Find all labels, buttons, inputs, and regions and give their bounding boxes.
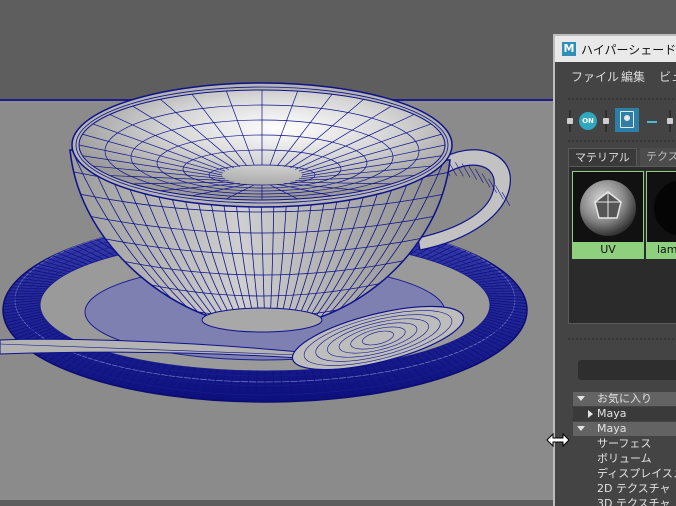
tree-item-displacement[interactable]: ディスプレイスメント xyxy=(573,467,676,481)
menu-edit[interactable]: 編集 xyxy=(621,68,645,85)
tree-item-favorites-maya[interactable]: Maya xyxy=(573,407,676,421)
maya-logo-icon: M xyxy=(562,42,576,56)
toolbar-separator xyxy=(567,98,676,100)
hypershade-title-bar[interactable]: M ハイパーシェード xyxy=(555,36,676,62)
handle-line xyxy=(475,169,483,183)
panel-separator xyxy=(567,338,676,340)
browser-tabs: マテリアル テクスチャ xyxy=(568,146,676,166)
tree-item-3d-textures[interactable]: 3D テクスチャ xyxy=(573,497,676,506)
tab-materials[interactable]: マテリアル xyxy=(568,148,637,167)
lambert-shader-preview xyxy=(647,172,676,242)
graph-material-button[interactable] xyxy=(615,108,639,132)
swatch-label: lambert1 xyxy=(647,242,676,258)
tree-item-volume[interactable]: ボリューム xyxy=(573,452,676,466)
toolbar-grip-icon[interactable] xyxy=(569,110,571,132)
expand-arrow-icon xyxy=(588,410,593,418)
on-toggle-button[interactable]: ON xyxy=(579,112,597,130)
tab-textures[interactable]: テクスチャ xyxy=(640,148,676,166)
hypershade-title: ハイパーシェード xyxy=(581,41,676,58)
hypershade-toolbar: ON xyxy=(555,104,676,138)
node-search-input[interactable] xyxy=(578,360,676,380)
uv-shader-preview xyxy=(573,172,643,242)
material-card-icon xyxy=(620,111,634,128)
material-swatch-lambert[interactable]: lambert1 xyxy=(646,171,676,259)
cup-interior xyxy=(72,83,452,207)
collapse-arrow-icon xyxy=(577,396,585,401)
handle-line xyxy=(482,173,490,187)
hypershade-menubar: ファイル 編集 ビュー xyxy=(555,62,676,88)
hypershade-window[interactable]: M ハイパーシェード ファイル 編集 ビュー ON マテリアル テクスチャ xyxy=(553,34,676,506)
collapse-arrow-icon xyxy=(577,426,585,431)
tree-item-surface[interactable]: サーフェス xyxy=(573,437,676,451)
tree-item-2d-textures[interactable]: 2D テクスチャ xyxy=(573,482,676,496)
tree-header-maya[interactable]: Maya xyxy=(573,422,676,436)
swatch-label: UV xyxy=(573,242,643,258)
material-swatch-uv[interactable]: UV xyxy=(572,171,644,259)
tabs-separator xyxy=(567,140,676,142)
dash-icon xyxy=(647,121,657,123)
menu-view[interactable]: ビュー xyxy=(659,68,676,85)
menu-file[interactable]: ファイル xyxy=(571,68,619,85)
horizontal-resize-cursor-icon xyxy=(546,432,570,448)
material-swatch-panel: UV lambert1 xyxy=(568,166,676,324)
toolbar-grip-icon[interactable] xyxy=(669,110,671,132)
toolbar-grip-icon[interactable] xyxy=(605,110,607,132)
tree-header-favorites[interactable]: お気に入り xyxy=(573,392,676,406)
